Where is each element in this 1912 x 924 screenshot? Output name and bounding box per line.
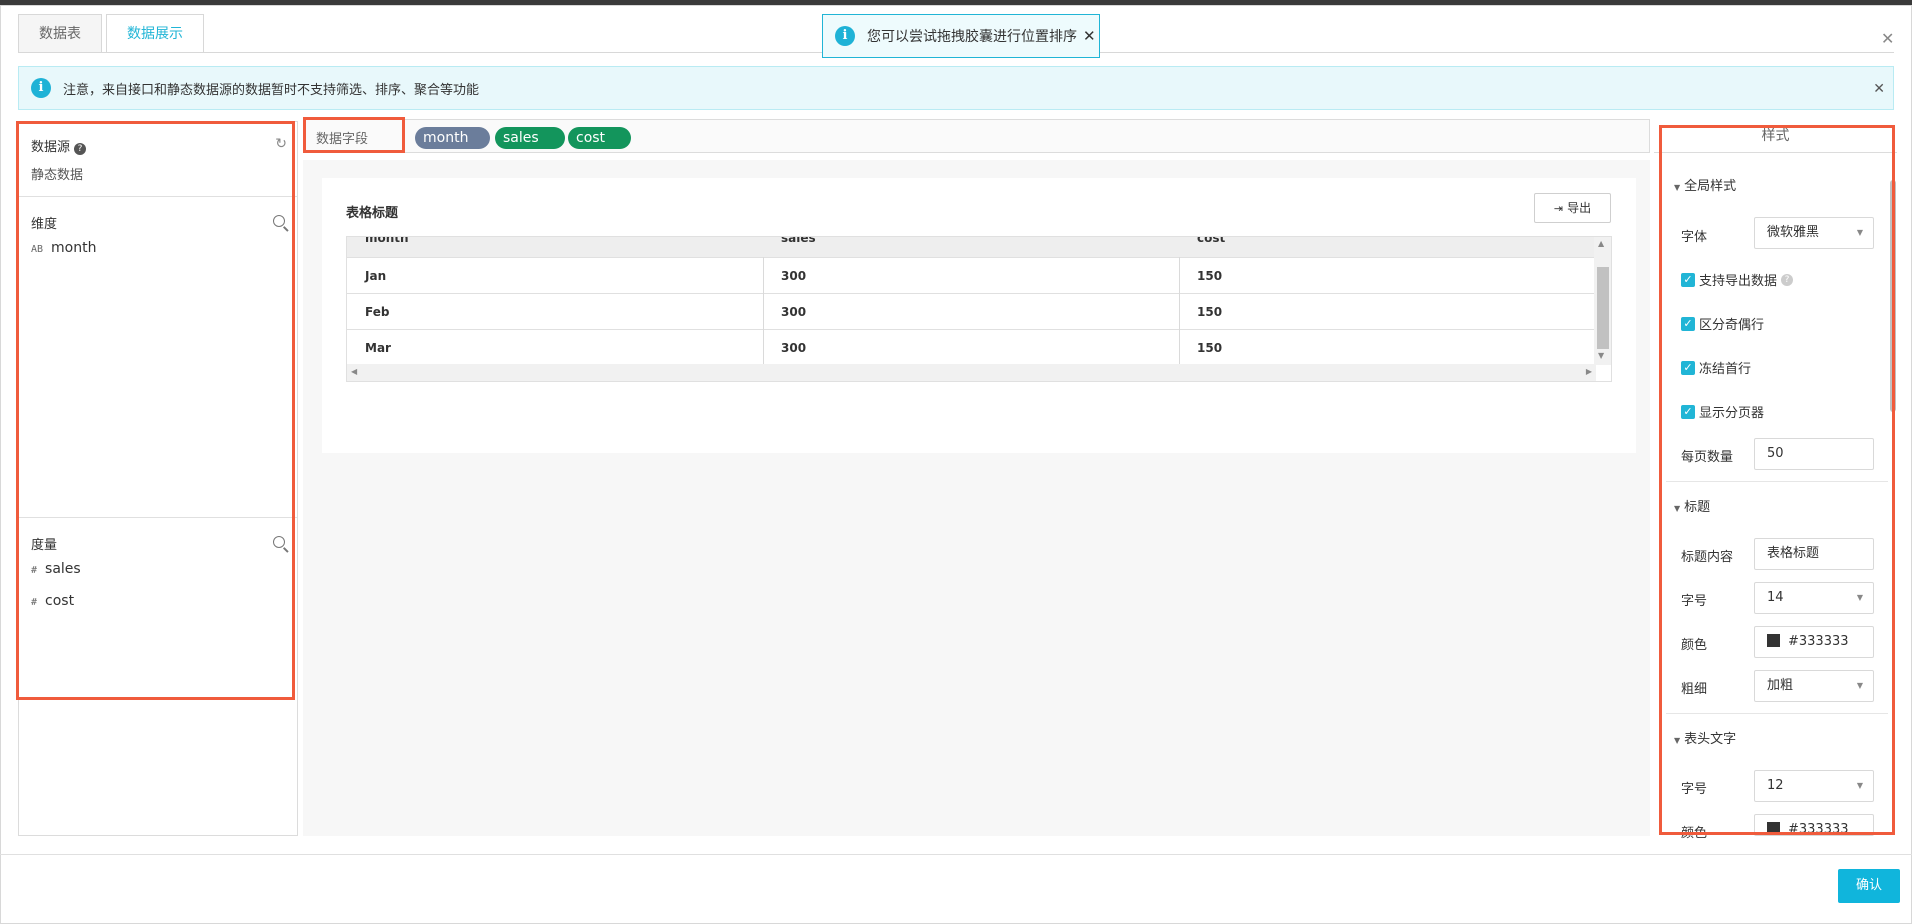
scroll-right-icon[interactable]: ▶ — [1586, 367, 1592, 376]
toast-close-icon[interactable]: ✕ — [1083, 27, 1096, 45]
notice-close-icon[interactable]: ✕ — [1873, 81, 1885, 97]
table-header-row: month sales cost — [347, 237, 1596, 257]
tab-bar: 数据表 数据展示 — [18, 14, 208, 54]
table-row: Jan 300 150 — [347, 257, 1596, 293]
info-icon: i — [31, 78, 51, 98]
vertical-scrollbar[interactable]: ▲ ▼ — [1594, 237, 1611, 365]
info-icon: i — [835, 26, 855, 46]
notice-bar: i 注意，来自接口和静态数据源的数据暂时不支持筛选、排序、聚合等功能 ✕ — [18, 66, 1894, 110]
capsule-month[interactable]: month — [415, 127, 490, 149]
confirm-button[interactable]: 确认 — [1838, 869, 1900, 903]
table-cell: Jan — [365, 269, 387, 283]
export-icon: ⇥ — [1553, 202, 1564, 215]
table-row: Mar 300 150 — [347, 329, 1596, 365]
tab-data-table[interactable]: 数据表 — [18, 14, 102, 52]
notice-text: 注意，来自接口和静态数据源的数据暂时不支持筛选、排序、聚合等功能 — [63, 82, 480, 98]
tab-data-display[interactable]: 数据展示 — [106, 14, 204, 53]
scroll-thumb[interactable] — [1597, 267, 1609, 349]
highlight-box-field-label — [303, 117, 405, 153]
highlight-box-left-panel — [16, 121, 295, 700]
column-header[interactable]: month — [365, 237, 409, 245]
column-divider — [763, 257, 764, 365]
column-divider — [1179, 257, 1180, 365]
export-label: 导出 — [1567, 201, 1592, 215]
table-title: 表格标题 — [346, 206, 399, 221]
scroll-up-icon[interactable]: ▲ — [1598, 239, 1604, 248]
data-field-bar: 数据字段 month sales cost — [303, 119, 1650, 153]
highlight-box-style-panel — [1659, 125, 1895, 835]
horizontal-scrollbar[interactable]: ◀ ▶ — [347, 364, 1596, 381]
toast-text: 您可以尝试拖拽胶囊进行位置排序 — [867, 29, 1077, 45]
table-cell: 150 — [1197, 269, 1223, 283]
table-cell: 150 — [1197, 341, 1223, 355]
footer-divider — [0, 854, 1912, 855]
toast-message: i 您可以尝试拖拽胶囊进行位置排序 ✕ — [822, 14, 1100, 58]
column-header[interactable]: cost — [1197, 237, 1225, 245]
export-button[interactable]: ⇥ 导出 — [1534, 193, 1611, 223]
table-cell: 150 — [1197, 305, 1223, 319]
dialog-close-icon[interactable]: ✕ — [1881, 31, 1894, 47]
scroll-down-icon[interactable]: ▼ — [1598, 351, 1604, 360]
table-cell: 300 — [781, 305, 807, 319]
scroll-left-icon[interactable]: ◀ — [351, 367, 357, 376]
capsule-sales[interactable]: sales — [495, 127, 565, 149]
table-cell: 300 — [781, 341, 807, 355]
table-cell: Mar — [365, 341, 391, 355]
table-cell: 300 — [781, 269, 807, 283]
data-table: month sales cost Jan 300 150 Feb 300 150… — [346, 236, 1612, 382]
column-header[interactable]: sales — [781, 237, 816, 245]
capsule-cost[interactable]: cost — [568, 127, 631, 149]
table-cell: Feb — [365, 305, 390, 319]
table-row: Feb 300 150 — [347, 293, 1596, 329]
